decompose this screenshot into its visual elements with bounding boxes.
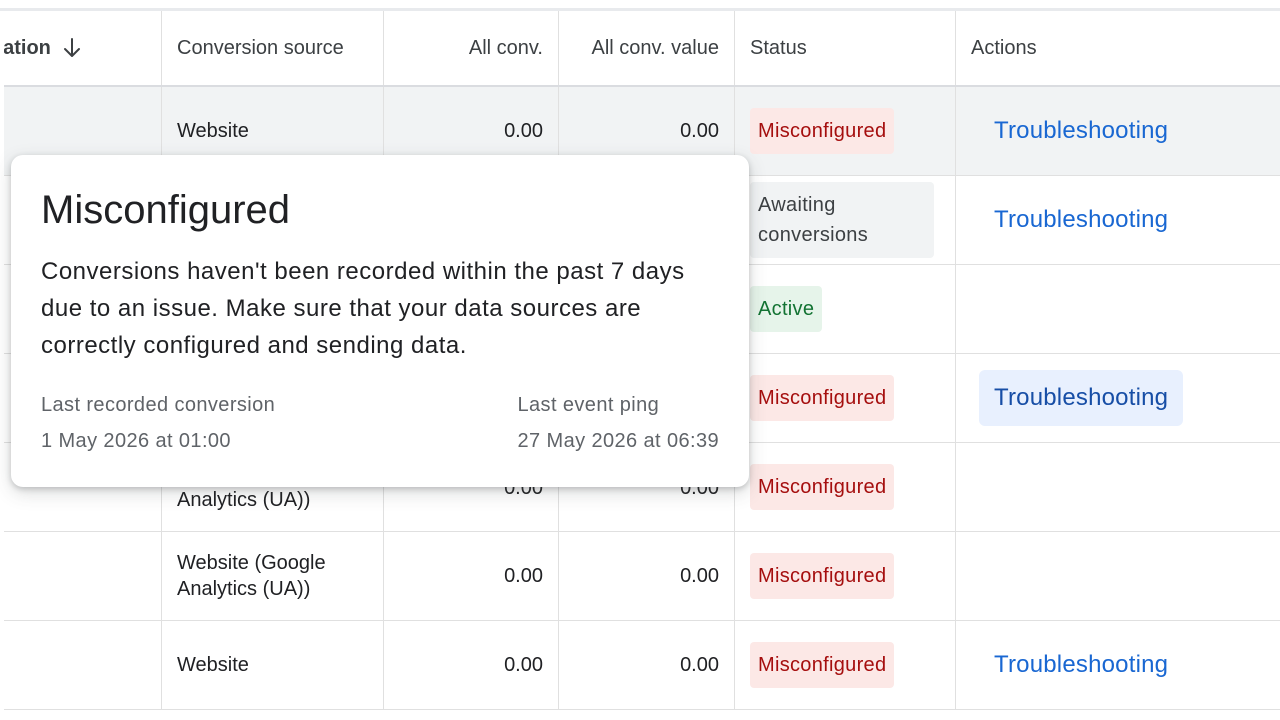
last-event-ping: Last event ping 27 May 2026 at 06:39: [518, 391, 719, 455]
troubleshooting-link[interactable]: Troubleshooting: [979, 637, 1183, 693]
status-badge[interactable]: Misconfigured: [750, 108, 895, 154]
header-conversion-source-label: Conversion source: [177, 36, 344, 59]
actions-cell: [956, 265, 1280, 353]
source-cell: Website: [162, 621, 384, 709]
source-text: Website (Google Analytics (UA)): [177, 552, 326, 600]
header-actions-label: Actions: [971, 36, 1037, 59]
status-badge[interactable]: Misconfigured: [750, 553, 895, 599]
last-event-ping-value: 27 May 2026 at 06:39: [517, 430, 719, 452]
status-badge[interactable]: Awaiting conversions: [750, 182, 934, 258]
header-all-conv[interactable]: All conv.: [384, 11, 559, 85]
all-conv-value-cell: 0.00: [559, 621, 735, 709]
table-row[interactable]: Website 0.00 0.00 Misconfigured Troubles…: [4, 621, 1280, 710]
actions-cell: Troubleshooting: [956, 87, 1280, 175]
source-cell: Website (Google Analytics (UA)): [162, 532, 384, 620]
actions-cell: Troubleshooting: [956, 354, 1280, 442]
header-actions: Actions: [956, 11, 1280, 85]
status-cell: Active: [735, 265, 956, 353]
header-optimisation[interactable]: sation: [4, 11, 162, 85]
status-cell: Misconfigured: [735, 532, 956, 620]
header-conversion-source[interactable]: Conversion source: [162, 11, 384, 85]
all-conv-value-amount: 0.00: [680, 119, 719, 142]
source-text: Website: [177, 120, 249, 142]
status-cell: Misconfigured: [735, 443, 956, 531]
optimisation-cell: [4, 621, 162, 709]
header-all-conv-label: All conv.: [468, 36, 543, 59]
table-header-row: sation Conversion source All conv. All c…: [4, 11, 1280, 87]
tooltip-description: Conversions haven't been recorded within…: [41, 258, 685, 359]
table-row[interactable]: Website (Google Analytics (UA)) 0.00 0.0…: [4, 532, 1280, 621]
last-event-ping-label: Last event ping: [517, 394, 660, 416]
actions-cell: [956, 443, 1280, 531]
status-badge[interactable]: Misconfigured: [750, 642, 895, 688]
all-conv-value-amount: 0.00: [680, 653, 719, 676]
header-all-conv-value[interactable]: All conv. value: [559, 11, 735, 85]
header-all-conv-value-label: All conv. value: [591, 36, 719, 59]
status-badge[interactable]: Misconfigured: [750, 375, 895, 421]
status-tooltip: Misconfigured Conversions haven't been r…: [11, 155, 749, 487]
all-conv-value: 0.00: [504, 653, 543, 676]
all-conv-cell: 0.00: [384, 532, 559, 620]
all-conv-value-cell: 0.00: [559, 532, 735, 620]
all-conv-value: 0.00: [504, 564, 543, 587]
troubleshooting-link[interactable]: Troubleshooting: [979, 370, 1184, 426]
troubleshooting-link[interactable]: Troubleshooting: [979, 103, 1183, 159]
last-recorded-conversion: Last recorded conversion 1 May 2026 at 0…: [41, 391, 275, 455]
status-cell: Misconfigured: [735, 354, 956, 442]
source-text: Website: [177, 654, 249, 676]
last-recorded-conversion-label: Last recorded conversion: [41, 394, 276, 416]
optimisation-cell: [4, 532, 162, 620]
header-status[interactable]: Status: [735, 11, 956, 85]
status-cell: Awaiting conversions: [735, 176, 956, 264]
all-conv-value: 0.00: [504, 119, 543, 142]
actions-cell: Troubleshooting: [956, 621, 1280, 709]
all-conv-value-amount: 0.00: [680, 564, 719, 587]
tooltip-meta: Last recorded conversion 1 May 2026 at 0…: [41, 391, 719, 455]
conversions-page: sation Conversion source All conv. All c…: [0, 0, 1280, 720]
actions-cell: [956, 532, 1280, 620]
actions-cell: Troubleshooting: [956, 176, 1280, 264]
header-status-label: Status: [750, 36, 807, 59]
source-text: Analytics (UA)): [177, 489, 311, 511]
troubleshooting-link[interactable]: Troubleshooting: [979, 192, 1183, 248]
tooltip-title: Misconfigured: [41, 188, 291, 232]
status-cell: Misconfigured: [735, 621, 956, 709]
last-recorded-conversion-value: 1 May 2026 at 01:00: [41, 430, 231, 452]
arrow-down-icon[interactable]: [63, 37, 81, 59]
header-optimisation-label: sation: [4, 36, 51, 59]
status-badge[interactable]: Active: [750, 286, 823, 332]
status-cell: Misconfigured: [735, 87, 956, 175]
status-badge[interactable]: Misconfigured: [750, 464, 895, 510]
all-conv-cell: 0.00: [384, 621, 559, 709]
